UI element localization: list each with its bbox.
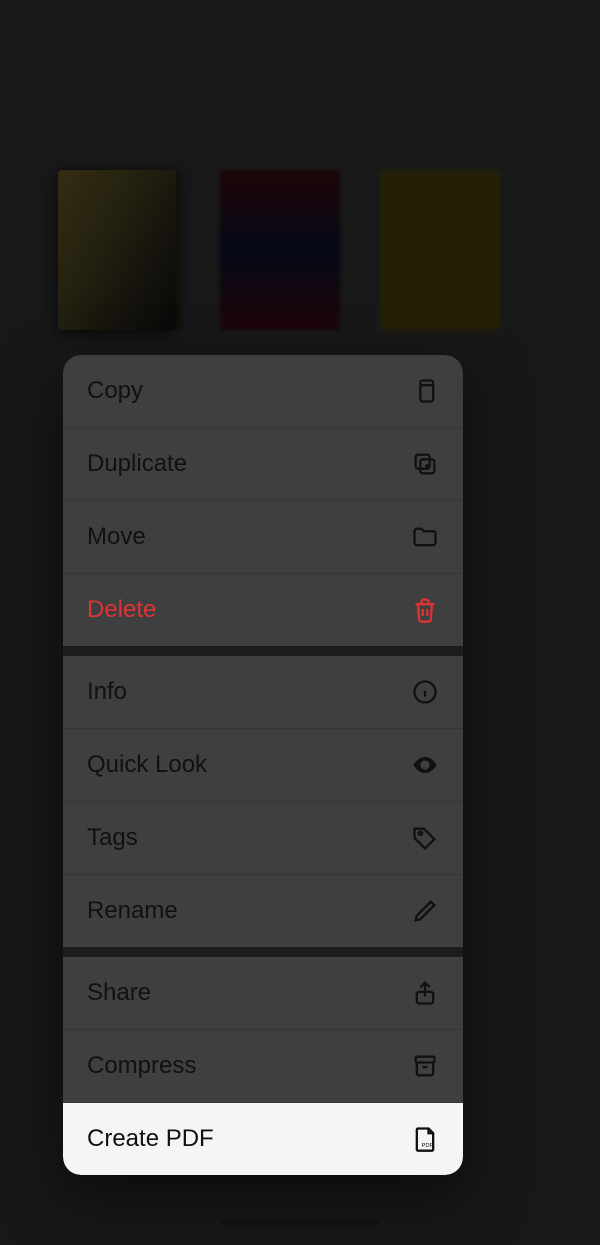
trash-icon	[411, 596, 439, 624]
eye-icon	[411, 751, 439, 779]
menu-item-label: Create PDF	[87, 1125, 214, 1153]
menu-item-label: Info	[87, 678, 127, 706]
menu-item-compress[interactable]: Compress	[63, 1030, 463, 1103]
menu-item-label: Copy	[87, 377, 143, 405]
copy-icon	[411, 377, 439, 405]
home-indicator	[220, 1219, 380, 1225]
menu-item-duplicate[interactable]: Duplicate	[63, 428, 463, 501]
menu-item-copy[interactable]: Copy	[63, 355, 463, 428]
svg-text:PDF: PDF	[422, 1143, 434, 1149]
menu-item-label: Delete	[87, 596, 156, 624]
menu-item-label: Compress	[87, 1052, 196, 1080]
pdf-file-icon: PDF	[411, 1125, 439, 1153]
menu-item-rename[interactable]: Rename	[63, 875, 463, 947]
menu-item-label: Tags	[87, 824, 138, 852]
selected-file-thumbnail	[58, 170, 176, 330]
menu-item-label: Quick Look	[87, 751, 207, 779]
menu-item-create-pdf[interactable]: Create PDF PDF	[63, 1103, 463, 1175]
archive-icon	[411, 1052, 439, 1080]
menu-item-share[interactable]: Share	[63, 957, 463, 1030]
tag-icon	[411, 824, 439, 852]
context-menu: Copy Duplicate Move Delete	[63, 355, 463, 1175]
menu-item-tags[interactable]: Tags	[63, 802, 463, 875]
menu-item-info[interactable]: Info	[63, 656, 463, 729]
duplicate-icon	[411, 450, 439, 478]
menu-item-quick-look[interactable]: Quick Look	[63, 729, 463, 802]
menu-item-label: Duplicate	[87, 450, 187, 478]
share-icon	[411, 979, 439, 1007]
menu-item-delete[interactable]: Delete	[63, 574, 463, 646]
folder-icon	[411, 523, 439, 551]
menu-separator	[63, 646, 463, 656]
menu-item-move[interactable]: Move	[63, 501, 463, 574]
menu-separator	[63, 947, 463, 957]
menu-item-label: Rename	[87, 897, 178, 925]
menu-item-label: Share	[87, 979, 151, 1007]
info-icon	[411, 678, 439, 706]
pencil-icon	[411, 897, 439, 925]
menu-item-label: Move	[87, 523, 146, 551]
